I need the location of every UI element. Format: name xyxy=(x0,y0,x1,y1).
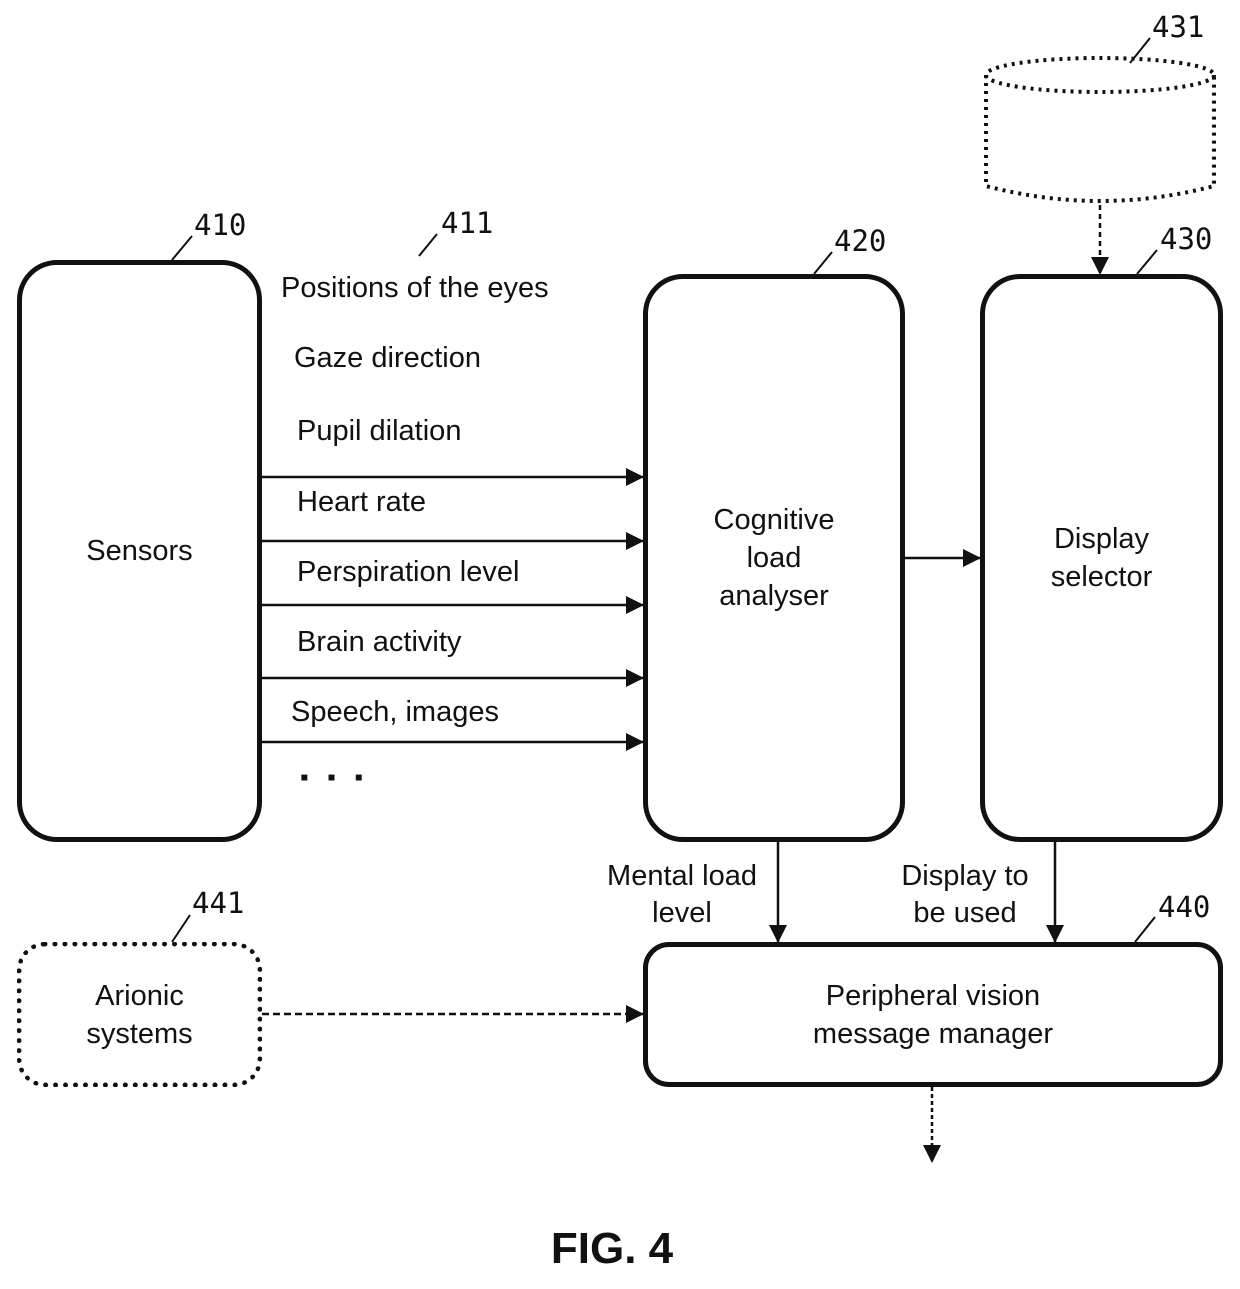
selector-label: Display selector xyxy=(1050,523,1153,593)
mental-load-level-label: Mental load level xyxy=(607,860,757,929)
signal-label-brain-activity: Brain activity xyxy=(297,626,462,658)
signal-label-pupil-dilation: Pupil dilation xyxy=(297,415,462,447)
leader-441 xyxy=(171,914,191,943)
peripheral-vision-message-manager-block: Peripheral vision message manager xyxy=(643,942,1223,1087)
avionic-systems-block: Arionic systems xyxy=(17,942,262,1087)
display-to-be-used-label: Display to be used xyxy=(901,860,1029,929)
ref-431: 431 xyxy=(1152,10,1205,44)
display-selector-block: Display selector xyxy=(980,274,1223,842)
leader-410 xyxy=(171,235,193,261)
ref-440: 440 xyxy=(1158,890,1211,924)
ref-410: 410 xyxy=(194,208,247,242)
sensors-block: Sensors xyxy=(17,260,262,842)
leader-430 xyxy=(1136,249,1158,275)
signal-label-eye-positions: Positions of the eyes xyxy=(281,272,549,304)
manager-label: Peripheral vision message manager xyxy=(812,979,1054,1050)
signal-label-gaze-direction: Gaze direction xyxy=(294,342,481,374)
sensors-label: Sensors xyxy=(86,535,193,567)
figure-caption: FIG. 4 xyxy=(550,1224,674,1273)
ref-441: 441 xyxy=(192,886,245,920)
avionic-label: Arionic systems xyxy=(86,979,193,1050)
ref-411: 411 xyxy=(441,206,494,240)
analyser-label: Cognitive load analyser xyxy=(713,504,835,612)
leader-440 xyxy=(1134,916,1156,943)
ref-420: 420 xyxy=(834,224,887,258)
database-cylinder-icon xyxy=(984,56,1216,203)
signal-label-heart-rate: Heart rate xyxy=(297,486,426,518)
cognitive-load-analyser-block: Cognitive load analyser xyxy=(643,274,905,842)
leader-420 xyxy=(813,251,833,275)
signal-label-perspiration: Perspiration level xyxy=(297,556,520,588)
signal-label-speech-images: Speech, images xyxy=(291,696,499,728)
ellipsis: ▪ ▪ ▪ xyxy=(300,764,369,791)
leader-411 xyxy=(418,233,438,257)
ref-430: 430 xyxy=(1160,222,1213,256)
